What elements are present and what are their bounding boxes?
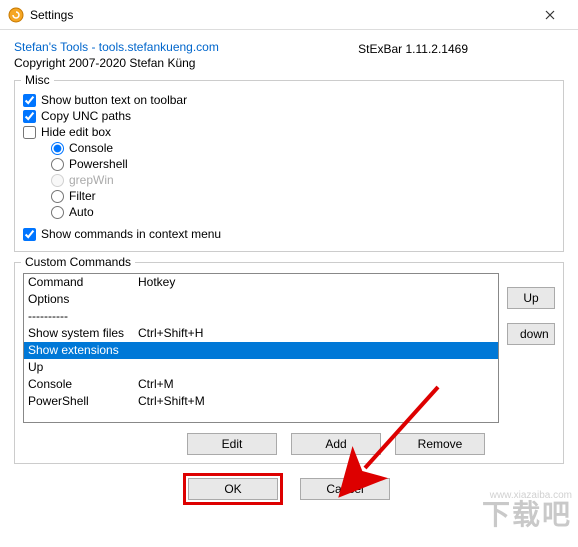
show-commands-input[interactable] [23,228,36,241]
close-button[interactable] [530,1,570,29]
show-button-text-checkbox[interactable]: Show button text on toolbar [23,93,555,107]
show-commands-label: Show commands in context menu [41,227,221,241]
commands-listbox[interactable]: CommandHotkeyOptions----------Show syste… [23,273,499,423]
show-button-text-label: Show button text on toolbar [41,93,187,107]
add-button[interactable]: Add [291,433,381,455]
custom-legend: Custom Commands [21,255,135,269]
misc-group: Misc Show button text on toolbar Copy UN… [14,80,564,252]
powershell-radio[interactable]: Powershell [51,157,555,171]
titlebar: Settings [0,0,578,30]
up-button[interactable]: Up [507,287,555,309]
hide-edit-checkbox[interactable]: Hide edit box [23,125,555,139]
window-title: Settings [30,8,530,22]
list-item[interactable]: Up [24,359,498,376]
hide-edit-input[interactable] [23,126,36,139]
copy-unc-label: Copy UNC paths [41,109,131,123]
tools-link[interactable]: Stefan's Tools - tools.stefankueng.com [14,40,219,54]
cancel-button[interactable]: Cancel [300,478,390,500]
list-item[interactable]: Show system filesCtrl+Shift+H [24,325,498,342]
list-item[interactable]: CommandHotkey [24,274,498,291]
app-icon [8,7,24,23]
console-radio[interactable]: Console [51,141,555,155]
list-item[interactable]: ConsoleCtrl+M [24,376,498,393]
list-item[interactable]: PowerShellCtrl+Shift+M [24,393,498,410]
list-item[interactable]: ---------- [24,308,498,325]
custom-commands-group: Custom Commands CommandHotkeyOptions----… [14,262,564,464]
copyright-label: Copyright 2007-2020 Stefan Küng [14,56,564,70]
copy-unc-checkbox[interactable]: Copy UNC paths [23,109,555,123]
show-commands-checkbox[interactable]: Show commands in context menu [23,227,555,241]
close-icon [545,10,555,20]
reorder-buttons: Up down [507,287,555,345]
edit-button[interactable]: Edit [187,433,277,455]
misc-legend: Misc [21,73,54,87]
content-area: Stefan's Tools - tools.stefankueng.com S… [0,30,578,510]
watermark-text: 下载吧 [482,493,572,533]
list-item[interactable]: Show extensions [24,342,498,359]
edit-mode-radios: Console Powershell grepWin Filter Auto [51,141,555,219]
version-label: StExBar 1.11.2.1469 [358,42,468,56]
filter-radio[interactable]: Filter [51,189,555,203]
grepwin-radio: grepWin [51,173,555,187]
hide-edit-label: Hide edit box [41,125,111,139]
ok-button[interactable]: OK [188,478,278,500]
copy-unc-input[interactable] [23,110,36,123]
list-item[interactable]: Options [24,291,498,308]
remove-button[interactable]: Remove [395,433,485,455]
down-button[interactable]: down [507,323,555,345]
show-button-text-input[interactable] [23,94,36,107]
auto-radio[interactable]: Auto [51,205,555,219]
